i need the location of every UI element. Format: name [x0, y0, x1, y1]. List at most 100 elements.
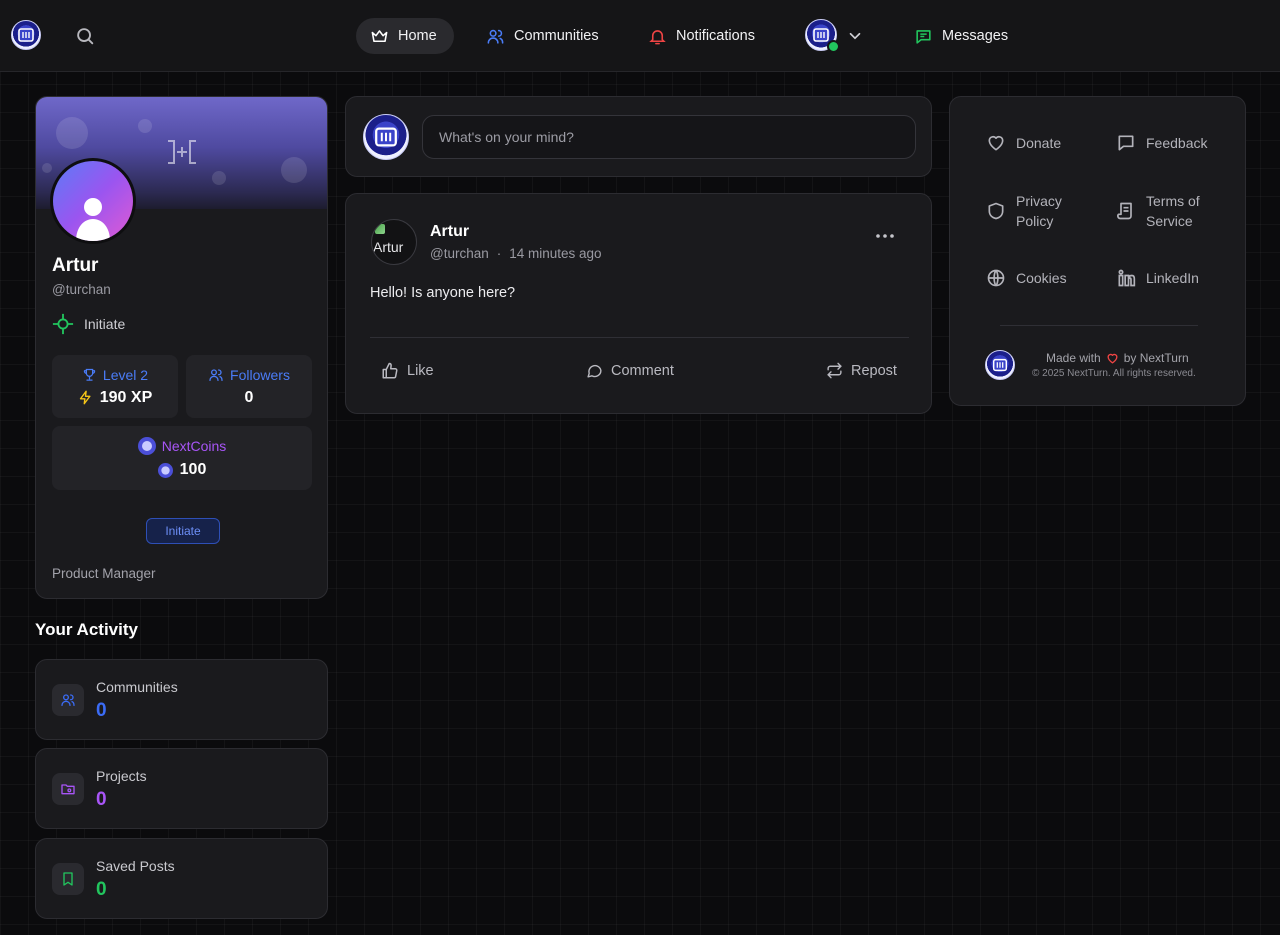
feedback-link[interactable]: Feedback	[1116, 133, 1207, 153]
profile-rank: Initiate	[52, 313, 125, 335]
like-label: Like	[407, 363, 434, 379]
user-avatar[interactable]	[805, 19, 840, 53]
profile-name: Artur	[52, 255, 99, 276]
donate-label: Donate	[1016, 135, 1062, 151]
post-card: Artur Artur @turchan · 14 minutes ago He…	[345, 193, 932, 414]
nav-home-label: Home	[398, 28, 437, 44]
bell-icon	[648, 27, 667, 46]
feedback-label: Feedback	[1146, 135, 1208, 151]
activity-communities[interactable]: Communities 0	[35, 659, 328, 740]
rank-badge: Initiate	[146, 518, 220, 544]
followers-value: 0	[244, 388, 254, 406]
xp-value: 190 XP	[99, 388, 153, 406]
profile-job: Product Manager	[52, 566, 156, 581]
post-author-handle: @turchan	[430, 246, 489, 261]
terms-of-service-link[interactable]: Terms of Service	[1116, 191, 1200, 231]
activity-label: Projects	[96, 768, 147, 784]
thumbs-up-icon	[381, 362, 399, 380]
nextcoins-stat[interactable]: NextCoins 100	[52, 426, 312, 490]
top-navbar: Home Communities Notifications Messages	[0, 0, 1280, 72]
search-icon[interactable]	[74, 25, 96, 47]
nextturn-logo[interactable]	[11, 20, 41, 50]
meta-separator: ·	[496, 246, 502, 261]
nav-home[interactable]: Home	[356, 18, 454, 54]
post-time: 14 minutes ago	[509, 246, 602, 261]
made-with-label: Made with	[1046, 351, 1101, 365]
linkedin-link[interactable]: LinkedIn	[1116, 268, 1199, 288]
privacy-label-line2: Policy	[1016, 213, 1054, 229]
globe-icon	[986, 268, 1006, 288]
composer-input[interactable]: What's on your mind?	[422, 115, 916, 159]
more-options-icon[interactable]	[875, 233, 895, 239]
coin-icon	[137, 437, 156, 455]
scroll-icon	[1116, 201, 1136, 221]
post-text: Hello! Is anyone here?	[370, 285, 516, 301]
linkedin-label: LinkedIn	[1146, 270, 1199, 286]
nav-messages-label: Messages	[942, 28, 1009, 44]
linkedin-icon	[1116, 268, 1136, 288]
crown-icon	[370, 27, 389, 46]
profile-avatar[interactable]	[50, 158, 136, 244]
terms-label-line2: Service	[1146, 213, 1193, 229]
post-author-avatar[interactable]: Artur	[371, 219, 417, 265]
nav-notifications-label: Notifications	[676, 28, 755, 44]
heart-icon	[986, 133, 1006, 153]
users-icon	[208, 367, 224, 383]
activity-projects[interactable]: Projects 0	[35, 748, 328, 829]
donate-link[interactable]: Donate	[986, 133, 1061, 153]
comment-icon	[586, 362, 603, 379]
brand-mark-icon	[166, 139, 198, 165]
nav-notifications[interactable]: Notifications	[634, 18, 769, 54]
heart-icon	[1106, 352, 1119, 365]
trophy-icon	[82, 367, 97, 382]
post-author-name[interactable]: Artur	[430, 223, 469, 241]
profile-rank-label: Initiate	[84, 316, 126, 332]
crosshair-icon	[52, 313, 74, 335]
message-icon	[914, 27, 933, 46]
terms-label-line1: Terms of	[1146, 193, 1200, 209]
users-icon	[52, 684, 84, 716]
repost-icon	[826, 362, 843, 379]
made-by-label: by NextTurn	[1123, 351, 1189, 365]
lightning-icon	[78, 389, 93, 406]
nav-communities-label: Communities	[514, 28, 599, 44]
post-composer: What's on your mind?	[345, 96, 932, 177]
nextcoins-label: NextCoins	[161, 438, 227, 454]
activity-saved-posts[interactable]: Saved Posts 0	[35, 838, 328, 919]
broken-image-icon	[375, 224, 385, 234]
footer-links-card: Donate Feedback Privacy Policy Terms of …	[949, 96, 1246, 406]
activity-value: 0	[96, 789, 107, 810]
copyright-text: © 2025 NextTurn. All rights reserved.	[1032, 368, 1196, 379]
activity-label: Communities	[96, 679, 178, 695]
nextcoins-value: 100	[179, 461, 207, 478]
nav-communities[interactable]: Communities	[472, 18, 613, 54]
profile-card: Artur @turchan Initiate Level 2 190 XP F…	[35, 96, 328, 599]
shield-icon	[986, 201, 1006, 221]
nav-messages[interactable]: Messages	[900, 18, 1022, 54]
cookies-link[interactable]: Cookies	[986, 268, 1067, 288]
chevron-down-icon[interactable]	[846, 27, 864, 45]
level-label: Level 2	[102, 366, 149, 383]
profile-handle: @turchan	[52, 282, 111, 297]
activity-label: Saved Posts	[96, 858, 175, 874]
privacy-label-line1: Privacy	[1016, 193, 1062, 209]
divider	[370, 337, 909, 338]
online-status-dot	[827, 40, 840, 53]
nextturn-logo	[985, 350, 1015, 380]
comment-button[interactable]: Comment	[586, 362, 674, 379]
repost-button[interactable]: Repost	[826, 362, 897, 379]
avatar-alt-text: Artur	[373, 239, 404, 255]
activity-title: Your Activity	[35, 620, 138, 639]
bookmark-icon	[52, 863, 84, 895]
like-button[interactable]: Like	[381, 362, 434, 380]
repost-label: Repost	[851, 362, 897, 379]
feedback-icon	[1116, 133, 1136, 153]
followers-stat[interactable]: Followers 0	[186, 355, 312, 418]
privacy-policy-link[interactable]: Privacy Policy	[986, 191, 1062, 231]
post-meta: @turchan · 14 minutes ago	[430, 246, 602, 261]
composer-avatar	[363, 114, 409, 160]
users-icon	[486, 27, 505, 46]
made-with-text: Made with by NextTurn	[1046, 351, 1189, 365]
level-stat[interactable]: Level 2 190 XP	[52, 355, 178, 418]
coin-icon	[157, 462, 173, 478]
